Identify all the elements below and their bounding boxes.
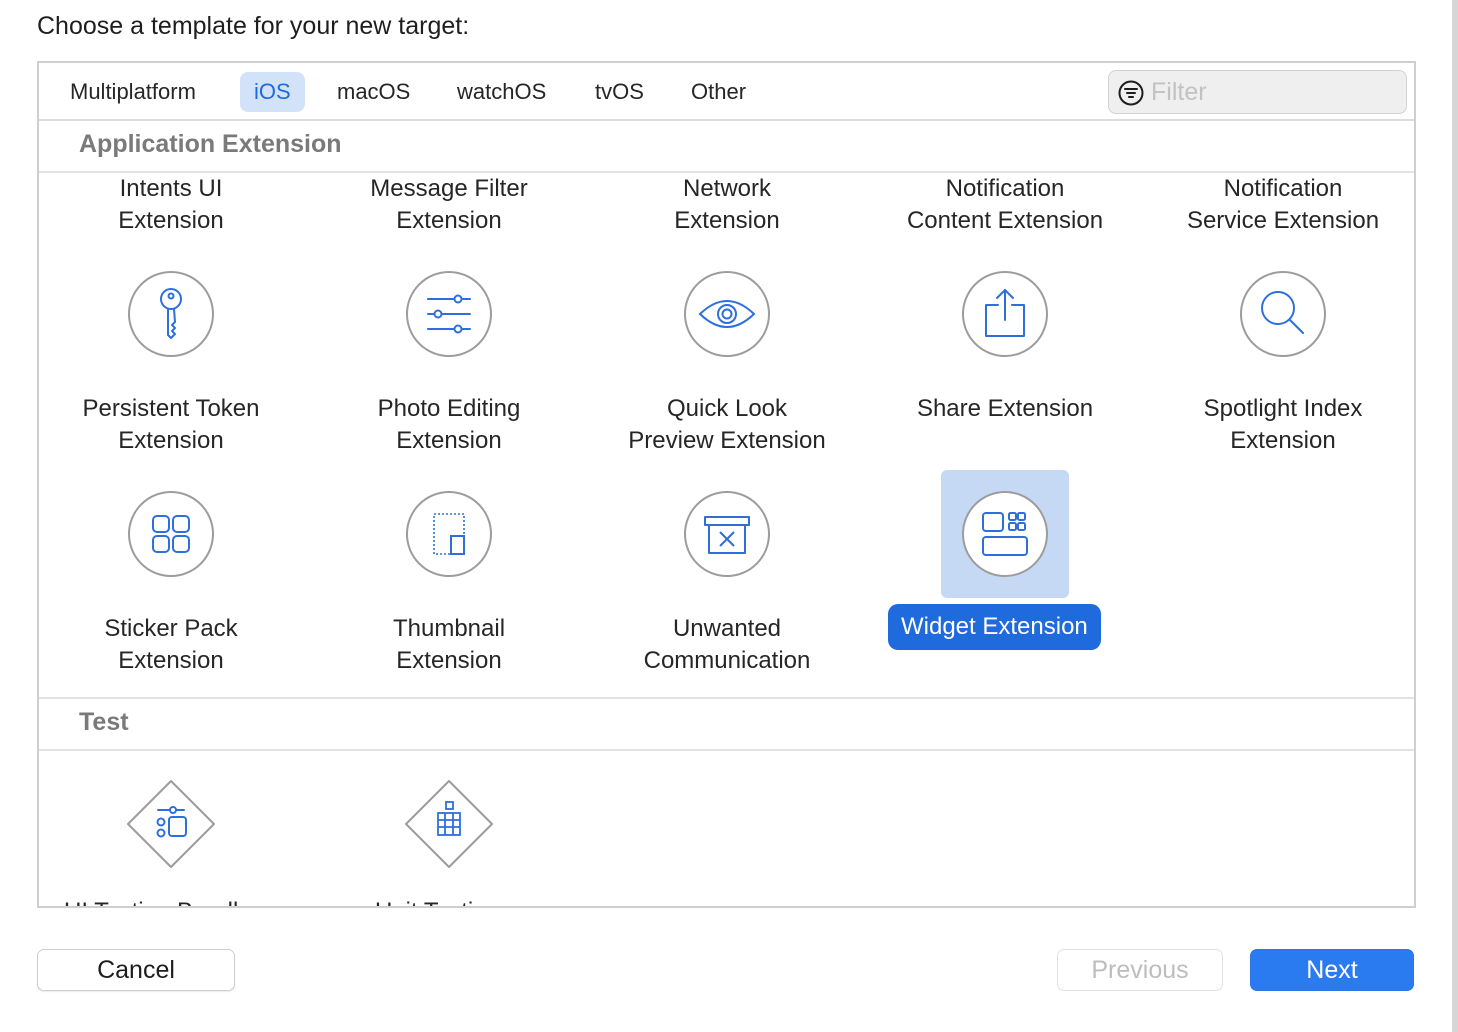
- template-label-ui-testing[interactable]: UI Testing Bundle: [64, 898, 294, 906]
- template-tile-persistent-token[interactable]: [107, 250, 235, 378]
- template-browser: Multiplatform iOS macOS watchOS tvOS Oth…: [37, 61, 1416, 908]
- platform-tabbar: Multiplatform iOS macOS watchOS tvOS Oth…: [39, 63, 1414, 121]
- eye-icon: [698, 300, 756, 328]
- template-label-network[interactable]: Network Extension: [592, 173, 862, 237]
- template-label-intents-ui[interactable]: Intents UI Extension: [39, 173, 306, 237]
- template-tile-unwanted-communication[interactable]: [663, 470, 791, 598]
- tab-other[interactable]: Other: [677, 72, 760, 112]
- section-title: Application Extension: [79, 130, 342, 158]
- tab-multiplatform[interactable]: Multiplatform: [56, 72, 210, 112]
- widget-icon: [982, 512, 1028, 556]
- template-tile-quick-look[interactable]: [663, 250, 791, 378]
- unit-testing-icon: [405, 780, 493, 868]
- template-label-persistent-token[interactable]: Persistent Token Extension: [39, 393, 306, 457]
- template-tile-spotlight-index[interactable]: [1219, 250, 1347, 378]
- filter-icon: [1118, 80, 1144, 106]
- previous-button[interactable]: Previous: [1057, 949, 1223, 991]
- section-header-test: Test: [39, 699, 1414, 751]
- tab-tvos[interactable]: tvOS: [581, 72, 658, 112]
- junk-box-icon: [704, 516, 750, 554]
- template-tile-ui-testing[interactable]: [107, 760, 235, 888]
- sliders-icon: [427, 294, 471, 334]
- share-icon: [985, 289, 1025, 337]
- section-title: Test: [79, 708, 129, 736]
- template-tile-thumbnail[interactable]: [385, 470, 513, 598]
- next-button[interactable]: Next: [1250, 949, 1414, 991]
- template-label-unwanted-communication[interactable]: Unwanted Communication: [592, 613, 862, 677]
- template-label-notification-service[interactable]: Notification Service Extension: [1148, 173, 1414, 237]
- template-label-spotlight-index[interactable]: Spotlight Index Extension: [1148, 393, 1414, 457]
- template-label-unit-testing[interactable]: Unit Testing Bundle: [375, 898, 535, 906]
- dialog-edge: [1452, 0, 1458, 1032]
- sticker-grid-icon: [152, 515, 190, 553]
- dialog-heading: Choose a template for your new target:: [37, 12, 470, 40]
- template-tile-widget[interactable]: [941, 470, 1069, 598]
- template-label-widget[interactable]: Widget Extension: [888, 604, 1101, 650]
- tab-ios[interactable]: iOS: [240, 72, 305, 112]
- tab-macos[interactable]: macOS: [323, 72, 424, 112]
- template-tile-unit-testing[interactable]: [385, 760, 513, 888]
- template-label-message-filter[interactable]: Message Filter Extension: [314, 173, 584, 237]
- section-header-application-extension: Application Extension: [39, 121, 1414, 173]
- template-label-share[interactable]: Share Extension: [870, 393, 1140, 425]
- template-tile-sticker-pack[interactable]: [107, 470, 235, 598]
- template-label-quick-look[interactable]: Quick Look Preview Extension: [592, 393, 862, 457]
- thumbnail-icon: [433, 513, 465, 555]
- template-label-photo-editing[interactable]: Photo Editing Extension: [314, 393, 584, 457]
- cancel-button[interactable]: Cancel: [37, 949, 235, 991]
- template-label-notification-content[interactable]: Notification Content Extension: [870, 173, 1140, 237]
- template-label-sticker-pack[interactable]: Sticker Pack Extension: [39, 613, 306, 677]
- template-tile-photo-editing[interactable]: [385, 250, 513, 378]
- template-label-thumbnail[interactable]: Thumbnail Extension: [314, 613, 584, 677]
- tab-watchos[interactable]: watchOS: [443, 72, 560, 112]
- ui-testing-icon: [127, 780, 215, 868]
- filter-field[interactable]: [1108, 70, 1407, 114]
- template-tile-share[interactable]: [941, 250, 1069, 378]
- filter-input[interactable]: [1151, 71, 1391, 113]
- key-icon: [160, 288, 182, 339]
- magnifier-icon: [1261, 291, 1304, 334]
